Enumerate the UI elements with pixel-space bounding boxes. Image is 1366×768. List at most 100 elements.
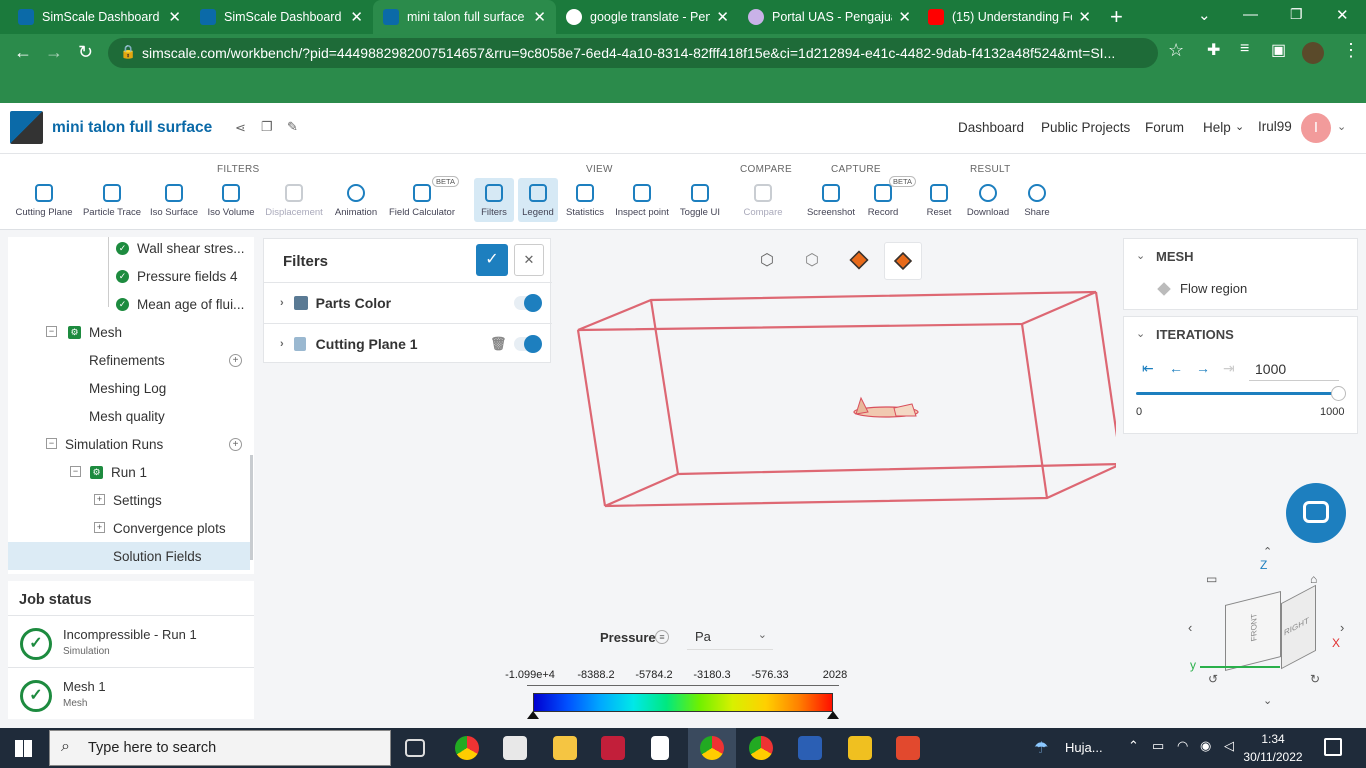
next-step-icon[interactable]: → — [1196, 360, 1210, 376]
browser-menu-icon[interactable]: ⋮ — [1342, 40, 1360, 61]
tab-close-icon[interactable]: ✕ — [716, 8, 729, 26]
copy-icon[interactable]: ❐ — [261, 119, 273, 135]
taskbar-search[interactable]: ⌕ Type here to search — [49, 730, 391, 766]
cutting-plane-button[interactable]: Cutting Plane — [9, 184, 79, 218]
profile-avatar-icon[interactable] — [1302, 42, 1324, 64]
expand-icon[interactable]: + — [94, 522, 105, 533]
close-button[interactable]: ✕ — [514, 244, 544, 276]
rotate-up-icon[interactable]: ⌃ — [1263, 545, 1272, 558]
confirm-check-button[interactable]: ✓ — [476, 244, 508, 276]
user-avatar[interactable]: I — [1301, 113, 1331, 143]
displacement-button[interactable]: Displacement — [259, 184, 329, 218]
browser-tab-2[interactable]: SimScale Dashboard - ✕ — [190, 0, 373, 34]
browser-tab-3[interactable]: mini talon full surface ✕ — [373, 0, 556, 34]
notifications-icon[interactable] — [1324, 738, 1342, 756]
chevron-right-icon[interactable]: › — [280, 338, 284, 350]
animation-button[interactable]: Animation — [321, 184, 391, 218]
chrome-icon[interactable] — [455, 736, 479, 760]
tree-item-mesh[interactable]: ⚙ Mesh — [68, 318, 122, 346]
visibility-toggle[interactable] — [514, 294, 542, 312]
mesh-region-label[interactable]: Flow region — [1180, 281, 1247, 296]
chevron-down-icon[interactable]: ⌄ — [1136, 327, 1145, 340]
tree-item-run-1[interactable]: ⚙ Run 1 — [90, 458, 147, 486]
document-icon[interactable] — [651, 736, 669, 760]
username[interactable]: Irul99 — [1258, 119, 1292, 134]
compare-button[interactable]: Compare — [728, 184, 798, 218]
chevron-up-icon[interactable]: ⌃ — [1128, 738, 1139, 754]
file-explorer-icon[interactable] — [553, 736, 577, 760]
toggle-ui-button[interactable]: Toggle UI — [665, 184, 735, 218]
clock-date[interactable]: 30/11/2022 — [1240, 750, 1306, 764]
rotate-left-icon[interactable]: ‹ — [1188, 620, 1192, 635]
rotate-down-icon[interactable]: ⌄ — [1263, 694, 1272, 707]
chevron-right-icon[interactable]: › — [280, 297, 284, 309]
iteration-slider[interactable] — [1136, 392, 1339, 395]
last-step-icon[interactable]: ⇥ — [1223, 360, 1235, 377]
home-icon[interactable]: ⌂ — [1310, 572, 1317, 586]
battery-icon[interactable]: ▭ — [1152, 738, 1164, 754]
word-icon[interactable] — [798, 736, 822, 760]
3d-viewport[interactable] — [556, 236, 1116, 536]
wifi-icon[interactable]: ◠ — [1177, 738, 1188, 754]
slider-handle[interactable] — [1331, 386, 1346, 401]
chat-support-button[interactable] — [1286, 483, 1346, 543]
filter-row-cutting-plane[interactable]: › Cutting Plane 1 🗑 — [264, 323, 552, 364]
share-icon[interactable]: ⋖ — [235, 120, 246, 136]
tree-item-solution-fields[interactable]: Solution Fields — [113, 542, 202, 570]
bookmark-star-icon[interactable]: ☆ — [1168, 40, 1184, 61]
mendeley-icon[interactable] — [601, 736, 625, 760]
new-tab-button[interactable]: + — [1100, 0, 1133, 34]
folder-icon[interactable] — [848, 736, 872, 760]
mp-app-icon[interactable] — [503, 736, 527, 760]
minimize-icon[interactable]: — — [1243, 6, 1258, 23]
clock-time[interactable]: 1:34 — [1246, 732, 1300, 746]
nav-dashboard[interactable]: Dashboard — [958, 120, 1024, 135]
nav-public-projects[interactable]: Public Projects — [1041, 120, 1130, 135]
reload-icon[interactable]: ↻ — [78, 42, 93, 63]
simscale-logo-icon[interactable] — [10, 111, 43, 144]
add-refinement-icon[interactable]: + — [229, 354, 242, 367]
tree-item-refinements[interactable]: Refinements — [89, 346, 165, 374]
browser-tab-4[interactable]: google translate - Pen ✕ — [556, 0, 739, 34]
side-panel-icon[interactable]: ▣ — [1271, 40, 1286, 60]
cube-front-face[interactable]: FRONT — [1225, 591, 1281, 671]
tree-scrollbar[interactable] — [250, 455, 253, 560]
browser-tab-1[interactable]: SimScale Dashboard - ✕ — [8, 0, 191, 34]
nav-forum[interactable]: Forum — [1145, 120, 1184, 135]
min-range-handle[interactable] — [527, 711, 539, 719]
tree-item-mean-age[interactable]: ✓ Mean age of flui... — [116, 290, 244, 318]
iteration-input[interactable]: 1000 — [1249, 355, 1339, 381]
camera-icon[interactable]: ▭ — [1206, 572, 1217, 586]
filter-row-parts-color[interactable]: › Parts Color — [264, 282, 552, 323]
task-view-icon[interactable] — [405, 739, 425, 757]
view-cube[interactable]: ⌃ Z ▭ ⌂ ‹ › FRONT RIGHT y X ↺ ↻ ⌄ — [1180, 545, 1360, 713]
add-run-icon[interactable]: + — [229, 438, 242, 451]
tree-item-meshing-log[interactable]: Meshing Log — [89, 374, 166, 402]
chrome-profile-icon[interactable] — [749, 736, 773, 760]
browser-tab-6[interactable]: (15) Understanding Fo ✕ — [918, 0, 1101, 34]
chevron-down-icon[interactable]: ⌄ — [1235, 120, 1244, 133]
collapse-icon[interactable]: − — [46, 326, 57, 337]
filters-button[interactable]: Filters — [474, 178, 514, 222]
tab-search-icon[interactable]: ⌄ — [1198, 6, 1211, 24]
rotate-ccw-icon[interactable]: ↺ — [1208, 672, 1218, 686]
field-options-icon[interactable]: ≡ — [655, 630, 669, 644]
forward-icon[interactable]: → — [45, 42, 63, 63]
tab-close-icon[interactable]: ✕ — [533, 8, 546, 26]
collapse-icon[interactable]: − — [46, 438, 57, 449]
job-row[interactable]: ✓ Mesh 1 Mesh — [8, 667, 254, 719]
pdf-reader-icon[interactable] — [896, 736, 920, 760]
restore-icon[interactable]: ❐ — [1290, 6, 1303, 23]
browser-tab-5[interactable]: Portal UAS - Pengajua ✕ — [738, 0, 921, 34]
rotate-right-icon[interactable]: › — [1340, 620, 1344, 635]
field-calculator-button[interactable]: BETA Field Calculator — [385, 176, 459, 218]
trash-icon[interactable]: 🗑 — [490, 336, 507, 352]
unit-select[interactable]: Pa ⌄ — [687, 622, 773, 650]
tree-item-mesh-quality[interactable]: Mesh quality — [89, 402, 165, 430]
rotate-cw-icon[interactable]: ↻ — [1310, 672, 1320, 686]
particle-trace-button[interactable]: Particle Trace — [77, 184, 147, 218]
tree-item-convergence-plots[interactable]: Convergence plots — [113, 514, 226, 542]
tree-item-settings[interactable]: Settings — [113, 486, 162, 514]
tab-close-icon[interactable]: ✕ — [898, 8, 911, 26]
windows-start-icon[interactable] — [15, 740, 32, 757]
